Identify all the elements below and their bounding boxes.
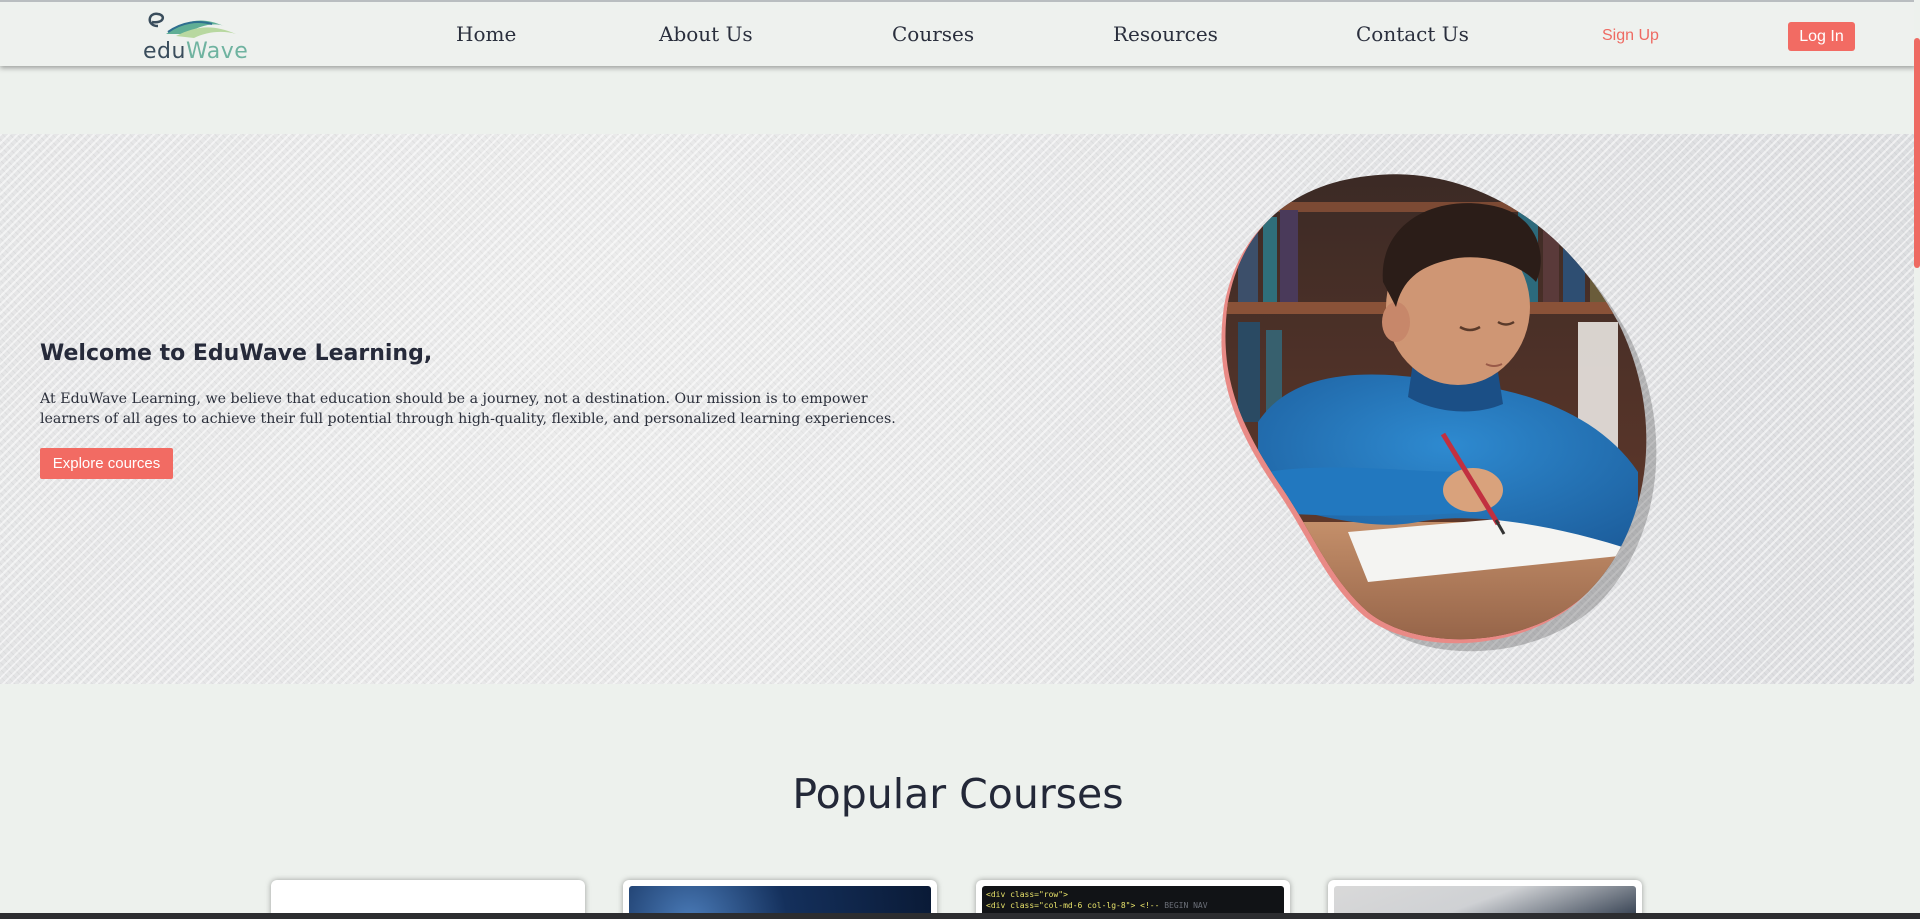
taskbar-edge bbox=[0, 913, 1920, 919]
nav-contact-us[interactable]: Contact Us bbox=[1356, 22, 1469, 46]
sign-up-link[interactable]: Sign Up bbox=[1602, 27, 1659, 45]
nav-about-us[interactable]: About Us bbox=[659, 22, 753, 46]
top-navbar: eduWave Home About Us Courses Resources … bbox=[0, 0, 1916, 66]
explore-courses-button[interactable]: Explore cources bbox=[40, 448, 173, 479]
hero-section: Welcome to EduWave Learning, At EduWave … bbox=[0, 134, 1916, 684]
student-illustration bbox=[1221, 174, 1657, 652]
nav-resources[interactable]: Resources bbox=[1113, 22, 1218, 46]
hero-title: Welcome to EduWave Learning, bbox=[40, 341, 433, 366]
wave-logo-icon bbox=[148, 12, 236, 38]
nav-home[interactable]: Home bbox=[456, 22, 516, 46]
log-in-button[interactable]: Log In bbox=[1788, 22, 1855, 51]
popular-courses-title: Popular Courses bbox=[792, 770, 1124, 818]
code-line: <div class="col-md-6 col-lg-8"> <!-- BEG… bbox=[986, 901, 1208, 910]
scrollbar-thumb[interactable] bbox=[1914, 38, 1920, 268]
eduwave-logo[interactable]: eduWave bbox=[140, 12, 250, 64]
logo-text: eduWave bbox=[143, 39, 249, 64]
nav-courses[interactable]: Courses bbox=[892, 22, 974, 46]
hero-image bbox=[1218, 172, 1658, 654]
code-line: <div class="row"> bbox=[986, 890, 1068, 899]
hero-description: At EduWave Learning, we believe that edu… bbox=[40, 391, 896, 427]
